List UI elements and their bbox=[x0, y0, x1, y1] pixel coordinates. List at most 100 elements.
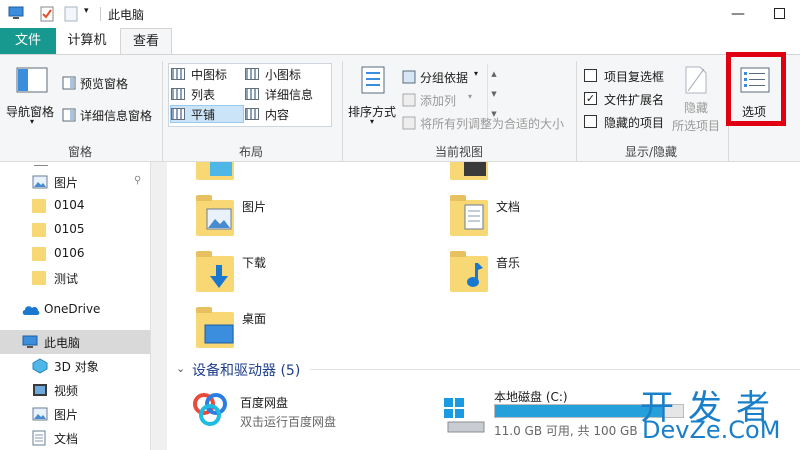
this-pc-icon bbox=[22, 335, 38, 349]
hide-selected-button[interactable]: 隐藏 所选项目 bbox=[670, 61, 724, 135]
tab-view[interactable]: 查看 bbox=[120, 28, 172, 55]
folder-tile-downloads[interactable]: 下载 bbox=[194, 251, 394, 296]
sidebar-item-0104[interactable]: 0104 bbox=[0, 194, 150, 218]
item-check-boxes-toggle[interactable]: 项目复选框 bbox=[582, 67, 678, 87]
navigation-sidebar: 图片 ⚲ 0104 0105 0106 测试 OneDrive 此电脑 3D 对… bbox=[0, 162, 150, 450]
layout-medium-icons-label: 中图标 bbox=[191, 67, 228, 82]
preview-pane-button[interactable]: 预览窗格 bbox=[60, 73, 156, 93]
devices-section-header[interactable]: 设备和驱动器 (5) bbox=[192, 360, 300, 380]
navigation-pane-dropdown-icon: ▾ bbox=[30, 117, 35, 126]
sidebar-item-0105[interactable]: 0105 bbox=[0, 218, 150, 242]
sidebar-item-3d-objects[interactable]: 3D 对象 bbox=[0, 354, 150, 378]
pin-icon[interactable]: ⚲ bbox=[134, 175, 141, 186]
layout-details-label: 详细信息 bbox=[265, 87, 314, 102]
folder-tile-label: 图片 bbox=[242, 200, 267, 214]
add-columns-dropdown-icon: ▾ bbox=[468, 92, 473, 101]
layout-medium-icons[interactable]: 中图标 bbox=[171, 65, 245, 83]
hidden-items-checkbox[interactable] bbox=[584, 115, 597, 128]
hide-selected-icon bbox=[684, 65, 708, 98]
file-extensions-label: 文件扩展名 bbox=[604, 93, 665, 107]
tab-file[interactable]: 文件 bbox=[0, 28, 56, 54]
layout-tiles[interactable]: 平铺 bbox=[170, 105, 244, 123]
sidebar-item-pictures[interactable]: 图片 bbox=[0, 402, 150, 426]
sidebar-item-pictures-pinned[interactable]: 图片 ⚲ bbox=[0, 170, 150, 194]
panes-group-label: 窗格 bbox=[67, 145, 92, 159]
size-all-columns-button[interactable]: 将所有列调整为合适的大小 bbox=[402, 113, 572, 133]
watermark-line-2: DevZe.CoM bbox=[642, 416, 781, 444]
current-view-group-label: 当前视图 bbox=[434, 145, 483, 159]
folder-icon bbox=[32, 199, 46, 213]
devices-section-divider bbox=[310, 369, 800, 370]
layout-details[interactable]: 详细信息 bbox=[245, 85, 321, 103]
item-check-boxes-checkbox[interactable] bbox=[584, 69, 597, 82]
folder-tile-label: 下载 bbox=[242, 256, 267, 270]
partial-videos-folder[interactable] bbox=[450, 162, 488, 180]
layout-tiles-label: 平铺 bbox=[191, 107, 216, 122]
watermark: 开发者 DevZe.CoM bbox=[640, 380, 800, 450]
list-icon bbox=[171, 88, 185, 100]
sort-by-icon bbox=[358, 65, 388, 98]
details-icon bbox=[245, 88, 259, 100]
local-disk-icon bbox=[442, 396, 486, 439]
sidebar-item-documents[interactable]: 文档 bbox=[0, 426, 150, 450]
ribbon: 导航窗格 ▾ 预览窗格 详细信息窗格 窗格 中图标 小图标 列表 详细信息 平铺… bbox=[0, 54, 800, 162]
add-columns-icon bbox=[402, 93, 416, 107]
hide-selected-label-2: 所选项目 bbox=[672, 119, 721, 133]
device-subtitle: 11.0 GB 可用, 共 100 GB bbox=[494, 424, 638, 438]
window-title: 此电脑 bbox=[108, 8, 145, 22]
quick-access-dropdown-icon[interactable]: ▾ bbox=[84, 6, 89, 16]
partial-3d-objects-folder[interactable] bbox=[196, 162, 234, 180]
sidebar-item-label: 0104 bbox=[54, 198, 85, 212]
sidebar-item-test[interactable]: 测试 bbox=[0, 266, 150, 290]
file-extensions-checkbox[interactable]: ✓ bbox=[584, 92, 597, 105]
folder-tile-music[interactable]: 音乐 bbox=[448, 251, 648, 296]
properties-icon[interactable] bbox=[40, 6, 54, 25]
devices-section-chevron-icon[interactable]: ⌄ bbox=[176, 362, 185, 375]
documents-icon bbox=[32, 430, 48, 446]
sidebar-item-this-pc[interactable]: 此电脑 bbox=[0, 330, 150, 354]
sidebar-item-onedrive[interactable]: OneDrive bbox=[0, 298, 150, 322]
tiles-icon bbox=[171, 108, 185, 120]
layout-list[interactable]: 列表 bbox=[171, 85, 245, 103]
layout-list-label: 列表 bbox=[191, 87, 216, 102]
folder-icon bbox=[32, 271, 46, 285]
sort-by-button[interactable]: 排序方式 ▾ bbox=[346, 59, 400, 137]
title-bar: ▾ 此电脑 — bbox=[0, 0, 800, 28]
maximize-button[interactable] bbox=[774, 8, 785, 19]
device-tile-baidu-netdisk[interactable]: 百度网盘 双击运行百度网盘 bbox=[188, 386, 428, 438]
medium-icons-icon bbox=[171, 68, 185, 80]
baidu-netdisk-icon bbox=[190, 390, 230, 433]
downloads-folder-icon bbox=[196, 251, 234, 292]
sidebar-scrollbar[interactable] bbox=[150, 162, 167, 450]
group-by-dropdown-icon: ▾ bbox=[474, 69, 479, 78]
group-by-button[interactable]: 分组依据 ▾ bbox=[402, 67, 492, 87]
sidebar-item-label: 此电脑 bbox=[44, 336, 81, 350]
ribbon-tabs: 文件 计算机 查看 bbox=[0, 28, 800, 55]
hidden-items-toggle[interactable]: 隐藏的项目 bbox=[582, 113, 678, 133]
file-extensions-toggle[interactable]: ✓ 文件扩展名 bbox=[582, 90, 678, 110]
3d-objects-icon bbox=[210, 162, 232, 176]
details-pane-button[interactable]: 详细信息窗格 bbox=[60, 105, 160, 125]
folder-icon bbox=[32, 247, 46, 261]
navigation-pane-icon bbox=[16, 67, 48, 96]
layout-gallery: 中图标 小图标 列表 详细信息 平铺 内容 ▲ ▼ ▼ bbox=[168, 63, 497, 127]
folder-tile-documents[interactable]: 文档 bbox=[448, 195, 648, 240]
3d-objects-icon bbox=[32, 358, 48, 374]
layout-content[interactable]: 内容 bbox=[245, 105, 319, 123]
sidebar-item-0106[interactable]: 0106 bbox=[0, 242, 150, 266]
sidebar-item-label: 图片 bbox=[54, 176, 79, 190]
folder-tile-desktop[interactable]: 桌面 bbox=[194, 307, 394, 352]
add-columns-button[interactable]: 添加列 ▾ bbox=[402, 90, 492, 110]
details-pane-label: 详细信息窗格 bbox=[80, 109, 153, 123]
minimize-button[interactable]: — bbox=[728, 4, 748, 24]
tab-computer[interactable]: 计算机 bbox=[56, 28, 118, 54]
options-highlight-box bbox=[726, 52, 786, 126]
folder-tile-pictures[interactable]: 图片 bbox=[194, 195, 394, 240]
item-check-boxes-label: 项目复选框 bbox=[604, 70, 665, 84]
new-folder-icon[interactable] bbox=[64, 6, 78, 25]
sidebar-item-videos[interactable]: 视频 bbox=[0, 378, 150, 402]
layout-small-icons[interactable]: 小图标 bbox=[245, 65, 319, 83]
navigation-pane-button[interactable]: 导航窗格 ▾ bbox=[4, 59, 58, 137]
group-by-icon bbox=[402, 70, 416, 84]
desktop-folder-icon bbox=[196, 307, 234, 348]
